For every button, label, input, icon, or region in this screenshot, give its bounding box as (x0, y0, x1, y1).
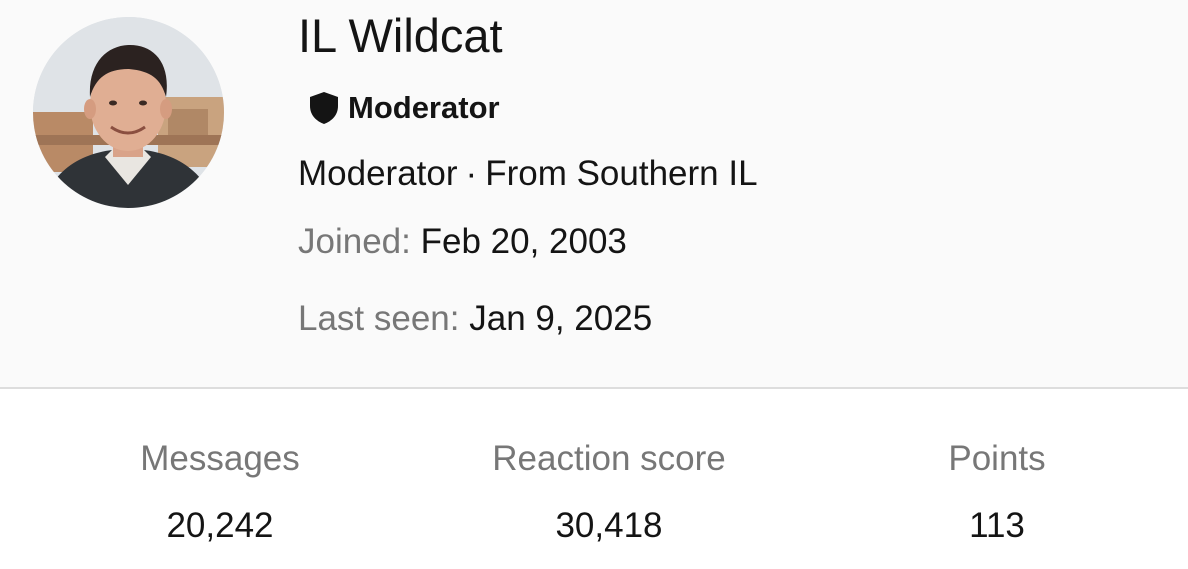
stat-value: 30,418 (555, 506, 663, 545)
stat-label: Points (948, 439, 1046, 478)
profile-header: IL Wildcat Moderator Moderator · From Sout… (0, 0, 1188, 389)
last-seen-label: Last seen: (298, 299, 460, 338)
stat-value: 113 (969, 506, 1025, 545)
last-seen-row: Last seen: Jan 9, 2025 (298, 297, 652, 341)
user-tagline: Moderator · From Southern IL (298, 152, 758, 196)
user-title: Moderator (298, 154, 458, 193)
role-badge: Moderator (308, 88, 500, 128)
avatar-photo (33, 17, 224, 208)
stat-label: Reaction score (492, 439, 726, 478)
profile-stats: Messages 20,242 Reaction score 30,418 Po… (0, 391, 1188, 569)
joined-date: Feb 20, 2003 (420, 222, 627, 261)
joined-label: Joined: (298, 222, 411, 261)
user-location: From Southern IL (485, 154, 758, 193)
role-badge-label: Moderator (348, 90, 500, 125)
tagline-separator: · (465, 154, 478, 193)
shield-icon (310, 92, 338, 124)
stat-value: 20,242 (166, 506, 274, 545)
last-seen-date: Jan 9, 2025 (469, 299, 653, 338)
avatar[interactable] (33, 17, 224, 208)
username[interactable]: IL Wildcat (298, 8, 503, 64)
stat-label: Messages (140, 439, 300, 478)
joined-row: Joined: Feb 20, 2003 (298, 220, 627, 264)
